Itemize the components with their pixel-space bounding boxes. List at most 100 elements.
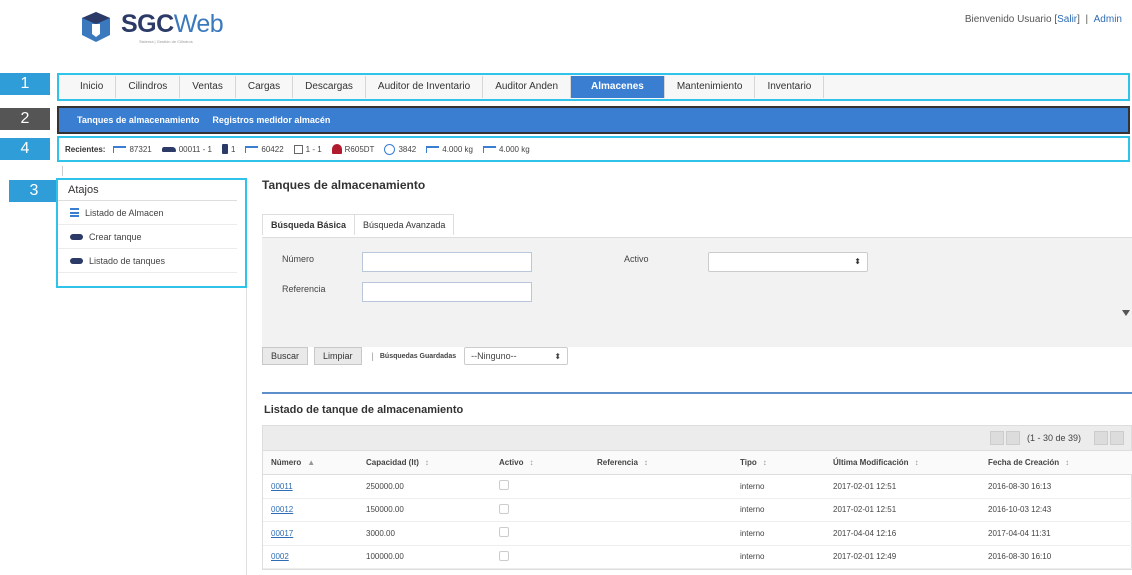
recent-item[interactable]: 4.000 kg	[482, 145, 530, 154]
select-arrows-icon: ⬍	[554, 352, 562, 361]
table-cell-capacidad: 150000.00	[358, 498, 491, 522]
car-icon	[70, 233, 83, 240]
divider	[62, 166, 63, 176]
search-button[interactable]: Buscar	[262, 347, 309, 365]
recent-label: Recientes:	[65, 144, 106, 154]
menu-item-cargas[interactable]: Cargas	[236, 76, 294, 98]
table-row[interactable]: 0002 100000.00 interno 2017-02-01 12:49 2016…	[263, 545, 1132, 569]
column-header-label: Activo	[499, 458, 524, 467]
sidebar-item-warehouse-list[interactable]: Listado de Almacen	[58, 201, 237, 225]
list-divider	[262, 392, 1132, 394]
tank-number-link[interactable]: 00011	[263, 474, 358, 499]
menu-item-cilindros[interactable]: Cilindros	[116, 76, 181, 98]
sort-icon: ↕	[424, 458, 429, 467]
column-header-label: Referencia	[597, 458, 638, 467]
recent-item[interactable]: 4.000 kg	[426, 145, 473, 154]
table-cell-referencia	[589, 474, 732, 499]
page-title: Tanques de almacenamiento	[262, 178, 426, 192]
menu-item-mantenimiento[interactable]: Mantenimiento	[665, 76, 756, 98]
admin-link[interactable]: Admin	[1094, 14, 1122, 25]
cylinder-icon	[331, 144, 342, 154]
recent-item-label: 4.000 kg	[442, 144, 473, 154]
last-page-button[interactable]	[1110, 431, 1124, 445]
main-menu: Inicio Cilindros Ventas Cargas Descargas Audi…	[57, 73, 1130, 101]
numero-input[interactable]	[362, 252, 532, 272]
column-header[interactable]: Última Modificación ↕	[825, 450, 980, 475]
activo-select[interactable]: ⬍	[708, 252, 868, 272]
menu-item-descargas[interactable]: Descargas	[293, 76, 366, 98]
recent-item[interactable]: 60422	[245, 144, 284, 154]
column-header-label: Tipo	[740, 458, 757, 467]
table-row[interactable]: 00012 150000.00 interno 2017-02-01 12:51 201…	[263, 498, 1132, 522]
welcome-bar: Bienvenido Usuario [Salir] | Admin	[965, 14, 1122, 25]
menu-item-inventario[interactable]: Inventario	[755, 76, 825, 98]
recent-item-label: 3842	[398, 144, 417, 154]
search-actions: Buscar Limpiar | Búsquedas Guardadas --N…	[262, 346, 569, 366]
recent-item-label: 60422	[261, 144, 284, 154]
welcome-text: Bienvenido Usuario [	[964, 14, 1058, 25]
pager: (1 - 30 de 39)	[263, 426, 1131, 450]
tab-basic-search[interactable]: Búsqueda Básica	[262, 214, 356, 235]
table-cell-capacidad: 3000.00	[358, 521, 491, 546]
logout-link[interactable]: Salir	[1057, 14, 1077, 25]
recent-item[interactable]: 3842	[384, 143, 417, 155]
table-cell-creacion: 2016-10-03 12:43	[980, 498, 1132, 522]
submenu-storage-tanks[interactable]: Tanques de almacenamiento	[77, 115, 199, 125]
app-header: SGCWeb Sistema | Gestión de Cilindros Bi…	[0, 0, 1132, 72]
clear-button[interactable]: Limpiar	[314, 347, 362, 365]
referencia-input[interactable]	[362, 282, 532, 302]
table-cell-referencia	[589, 521, 732, 546]
brand-logo[interactable]: SGCWeb Sistema | Gestión de Cilindros	[79, 10, 224, 50]
column-header[interactable]: Número ▲	[263, 450, 358, 475]
recent-bar: Recientes: 87321 00011 - 1 1 60422 1 - 1 R605…	[57, 136, 1130, 162]
table-row[interactable]: 00011 250000.00 interno 2017-02-01 12:51 201…	[263, 474, 1132, 499]
activo-checkbox	[499, 503, 509, 514]
callout-4: 4	[0, 138, 50, 160]
table-cell-modificacion: 2017-02-01 12:51	[825, 498, 980, 522]
menu-item-inicio[interactable]: Inicio	[68, 76, 117, 98]
tank-number-link[interactable]: 00012	[263, 498, 358, 522]
table-cell-capacidad: 250000.00	[358, 474, 491, 499]
table-cell-tipo: interno	[732, 545, 825, 569]
recent-item-label: 87321	[129, 144, 152, 154]
submenu-meter-records[interactable]: Registros medidor almacén	[212, 115, 330, 125]
menu-item-almacenes[interactable]: Almacenes	[571, 76, 665, 98]
clock-icon	[384, 143, 396, 155]
next-page-button[interactable]	[1094, 431, 1108, 445]
recent-item[interactable]: 87321	[113, 144, 152, 154]
column-header[interactable]: Referencia ↕	[589, 450, 732, 475]
recent-item[interactable]: R605DT	[331, 144, 374, 154]
table-cell-referencia	[589, 545, 732, 569]
column-header[interactable]: Fecha de Creación ↕	[980, 450, 1132, 475]
recent-item[interactable]: 1 - 1	[293, 144, 322, 154]
column-header[interactable]: Tipo ↕	[732, 450, 825, 475]
activo-cell	[491, 545, 589, 569]
tab-advanced-search[interactable]: Búsqueda Avanzada	[355, 214, 455, 235]
first-page-button[interactable]	[989, 431, 1004, 445]
saved-searches-select[interactable]: --Ninguno-- ⬍	[464, 347, 569, 365]
menu-item-auditor-de-inventario[interactable]: Auditor de Inventario	[366, 76, 484, 98]
recent-item[interactable]: 00011 - 1	[161, 145, 212, 154]
sort-icon: ↕	[1065, 458, 1070, 467]
column-header[interactable]: Activo ↕	[491, 450, 589, 475]
column-header[interactable]: Capacidad (lt) ↕	[358, 450, 491, 475]
menu-item-ventas[interactable]: Ventas	[180, 76, 236, 98]
activo-cell	[491, 521, 589, 546]
table-cell-creacion: 2017-04-04 11:31	[980, 521, 1132, 546]
tank-number-link[interactable]: 0002	[263, 545, 358, 569]
filter-icon[interactable]	[1122, 310, 1130, 318]
sidebar-item-label: Crear tanque	[89, 231, 142, 242]
sort-icon: ↕	[762, 458, 767, 467]
sidebar-item-tank-list[interactable]: Listado de tanques	[58, 249, 237, 273]
table-row[interactable]: 00017 3000.00 interno 2017-04-04 12:16 2017-…	[263, 521, 1132, 546]
menu-item-auditor-anden[interactable]: Auditor Anden	[483, 76, 572, 98]
referencia-label: Referencia	[282, 284, 326, 294]
activo-label: Activo	[624, 254, 649, 264]
recent-item[interactable]: 1	[221, 144, 235, 154]
sidebar-item-create-tank[interactable]: Crear tanque	[58, 225, 237, 249]
column-header-label: Capacidad (lt)	[366, 458, 419, 467]
prev-page-button[interactable]	[1005, 431, 1020, 445]
tank-number-link[interactable]: 00017	[263, 521, 358, 546]
brand-name-web: Web	[173, 10, 224, 38]
box-icon	[293, 144, 303, 154]
